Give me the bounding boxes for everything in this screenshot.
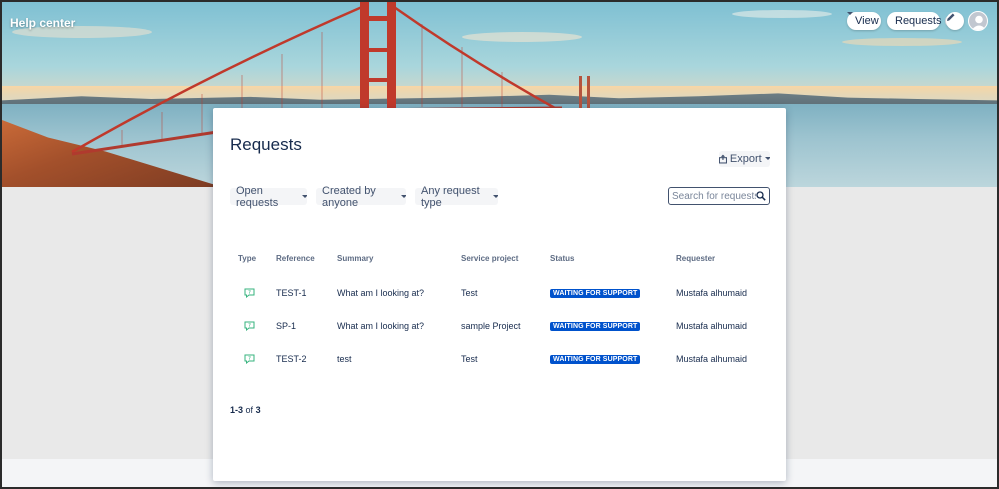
pencil-icon [947, 13, 955, 21]
question-bubble-icon: ? [244, 321, 255, 331]
request-type-filter-label: Any request type [421, 184, 480, 209]
chevron-down-icon [401, 194, 406, 198]
question-bubble-icon: ? [244, 354, 255, 364]
request-project: sample Project [461, 321, 521, 331]
chevron-down-icon [302, 194, 307, 198]
request-reference[interactable]: SP-1 [276, 321, 296, 331]
svg-text:?: ? [248, 323, 251, 329]
pagination-of: of [245, 405, 254, 415]
chevron-down-icon [847, 12, 853, 15]
pagination-total: 3 [255, 405, 261, 415]
request-reference[interactable]: TEST-2 [276, 354, 307, 364]
request-reference[interactable]: TEST-1 [276, 288, 307, 298]
question-bubble-icon: ? [244, 288, 255, 298]
column-header-requester[interactable]: Requester [676, 254, 715, 263]
column-header-reference[interactable]: Reference [276, 254, 315, 263]
column-header-status[interactable]: Status [550, 254, 574, 263]
search-box [668, 187, 770, 205]
status-badge: WAITING FOR SUPPORT [550, 322, 641, 331]
column-header-summary[interactable]: Summary [337, 254, 373, 263]
view-button[interactable]: View [847, 12, 881, 30]
export-button[interactable]: Export [719, 151, 770, 167]
search-icon[interactable] [756, 191, 766, 201]
search-input[interactable] [672, 190, 756, 202]
creator-filter[interactable]: Created by anyone [316, 185, 406, 209]
request-summary[interactable]: test [337, 354, 352, 364]
app-window: Help center View Requests 3 Requests [2, 2, 997, 487]
request-type-filter[interactable]: Any request type [415, 185, 498, 209]
export-label: Export [729, 153, 762, 165]
status-badge: WAITING FOR SUPPORT [550, 355, 641, 364]
request-requester: Mustafa alhumaid [676, 321, 748, 331]
creator-filter-label: Created by anyone [322, 184, 376, 209]
requests-button[interactable]: Requests 3 [887, 12, 958, 30]
chevron-down-icon [764, 157, 770, 160]
request-project: Test [461, 354, 478, 364]
edit-button[interactable] [946, 12, 964, 30]
requests-card: Requests Export Open requests Created by… [213, 108, 786, 481]
view-label: View [855, 15, 879, 27]
request-requester: Mustafa alhumaid [676, 354, 748, 364]
svg-text:?: ? [248, 356, 251, 362]
export-icon [719, 154, 727, 164]
pagination-range: 1-3 [230, 405, 244, 415]
chevron-down-icon [493, 194, 498, 198]
column-header-type[interactable]: Type [238, 254, 256, 263]
requests-label: Requests [895, 15, 942, 27]
request-summary[interactable]: What am I looking at? [337, 321, 424, 331]
pagination-summary: 1-3 of 3 [230, 405, 261, 415]
status-badge: WAITING FOR SUPPORT [550, 289, 641, 298]
user-avatar-icon [971, 15, 987, 30]
help-center-brand[interactable]: Help center [10, 16, 75, 30]
status-filter-label: Open requests [236, 184, 279, 209]
status-filter[interactable]: Open requests [230, 185, 307, 209]
svg-text:?: ? [248, 290, 251, 296]
column-header-service-project[interactable]: Service project [461, 254, 518, 263]
request-project: Test [461, 288, 478, 298]
request-requester: Mustafa alhumaid [676, 288, 748, 298]
page-title: Requests [230, 135, 302, 154]
request-summary[interactable]: What am I looking at? [337, 288, 424, 298]
avatar[interactable] [968, 11, 988, 31]
